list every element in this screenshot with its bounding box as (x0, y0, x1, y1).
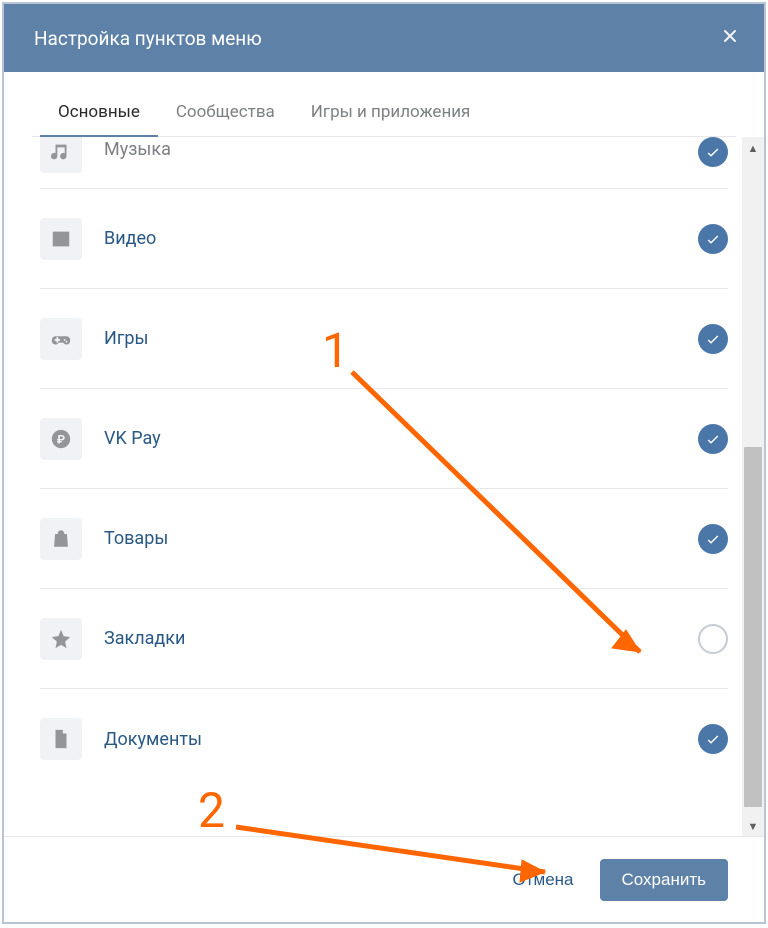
tabs: Основные Сообщества Игры и приложения (32, 90, 736, 137)
toggle-check[interactable] (698, 224, 728, 254)
settings-modal: Настройка пунктов меню Основные Сообщест… (2, 2, 766, 924)
music-icon (40, 137, 82, 173)
list-item: Игры (40, 289, 728, 389)
star-icon (40, 618, 82, 660)
scroll-area: Музыка Видео Игры (4, 137, 764, 836)
item-label: VK Pay (104, 428, 698, 449)
scroll-down-arrow[interactable]: ▼ (742, 815, 764, 836)
item-label: Товары (104, 528, 698, 549)
close-icon[interactable] (720, 25, 740, 51)
item-label: Видео (104, 228, 698, 249)
save-button[interactable]: Сохранить (600, 859, 728, 901)
item-label: Музыка (104, 139, 698, 160)
item-label: Игры (104, 328, 698, 349)
modal-header: Настройка пунктов меню (4, 4, 764, 72)
document-icon (40, 718, 82, 760)
item-label: Закладки (104, 628, 698, 649)
video-icon (40, 218, 82, 260)
modal-title: Настройка пунктов меню (34, 27, 262, 50)
scroll-up-arrow[interactable]: ▲ (742, 137, 764, 159)
annotation-step-1: 1 (322, 322, 349, 379)
toggle-check[interactable] (698, 524, 728, 554)
tabs-container: Основные Сообщества Игры и приложения (4, 72, 764, 137)
scrollbar-thumb[interactable] (744, 447, 762, 807)
list-item: ₽ VK Pay (40, 389, 728, 489)
annotation-step-2: 2 (198, 782, 225, 839)
ruble-icon: ₽ (40, 418, 82, 460)
cancel-button[interactable]: Отмена (513, 870, 574, 890)
toggle-check[interactable] (698, 724, 728, 754)
toggle-check[interactable] (698, 424, 728, 454)
modal-footer: Отмена Сохранить (4, 836, 764, 922)
svg-text:₽: ₽ (57, 432, 65, 446)
list-item: Закладки (40, 589, 728, 689)
tab-communities[interactable]: Сообщества (158, 90, 293, 136)
toggle-check[interactable] (698, 137, 728, 167)
menu-list: Музыка Видео Игры (4, 137, 764, 789)
toggle-check[interactable] (698, 324, 728, 354)
tab-main[interactable]: Основные (40, 90, 158, 136)
list-item: Товары (40, 489, 728, 589)
item-label: Документы (104, 729, 698, 750)
list-item: Документы (40, 689, 728, 789)
gamepad-icon (40, 318, 82, 360)
list-item: Видео (40, 189, 728, 289)
list-item: Музыка (40, 137, 728, 189)
toggle-check-empty[interactable] (698, 624, 728, 654)
bag-icon (40, 518, 82, 560)
tab-games-apps[interactable]: Игры и приложения (293, 90, 489, 136)
